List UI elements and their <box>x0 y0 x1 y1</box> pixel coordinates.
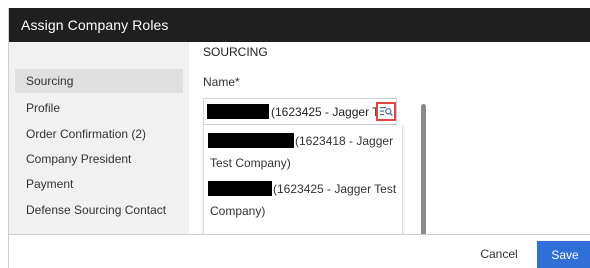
redacted-text <box>208 133 294 148</box>
sidebar-item-defense-sourcing-contact[interactable]: Defense Sourcing Contact <box>15 198 183 222</box>
suggestion-line-1: (1623425 - Jagger Test <box>273 182 397 196</box>
name-lookup-input[interactable]: (1623425 - Jagger Te <box>203 98 397 125</box>
content-scrollbar[interactable] <box>421 104 426 238</box>
sidebar-item-order-confirmation[interactable]: Order Confirmation (2) <box>15 122 183 146</box>
name-field-label: Name* <box>203 75 240 89</box>
name-suggestions-list: (1623418 - Jagger Test Company) (1623425… <box>203 125 403 238</box>
list-search-icon[interactable] <box>376 102 396 121</box>
cancel-button[interactable]: Cancel <box>471 241 527 267</box>
suggestion-line-2: Company) <box>210 204 266 218</box>
save-button[interactable]: Save <box>537 241 590 268</box>
sidebar-item-payment[interactable]: Payment <box>15 172 183 196</box>
sidebar-item-label: Profile <box>26 101 61 115</box>
suggestion-line-2: Test Company) <box>210 156 291 170</box>
sidebar-item-label: Defense Sourcing Contact <box>26 203 167 217</box>
sidebar-item-label: Sourcing <box>26 74 74 88</box>
dialog-titlebar: Assign Company Roles <box>9 8 590 42</box>
sidebar-item-company-president[interactable]: Company President <box>15 147 183 171</box>
suggestion-option[interactable]: (1623425 - Jagger Test Company) <box>204 173 402 225</box>
sidebar-item-label: Payment <box>26 177 74 191</box>
redacted-text <box>207 104 269 119</box>
suggestion-option[interactable]: (1623418 - Jagger Test Company) <box>204 125 402 177</box>
assign-company-roles-dialog: Assign Company Roles Sourcing Profile Or… <box>8 8 590 268</box>
suggestion-line-1: (1623418 - Jagger <box>295 134 394 148</box>
section-title: SOURCING <box>203 45 268 59</box>
sidebar-item-sourcing[interactable]: Sourcing <box>15 69 183 93</box>
sidebar-item-label: Company President <box>26 152 132 166</box>
redacted-text <box>208 181 272 196</box>
sidebar-item-label: Order Confirmation (2) <box>26 127 147 141</box>
name-input-value: (1623425 - Jagger Te <box>271 105 381 119</box>
sidebar-item-profile[interactable]: Profile <box>15 96 183 120</box>
dialog-title: Assign Company Roles <box>21 17 169 33</box>
role-content: SOURCING Name* (1623425 - Jagger Te (162… <box>189 42 590 238</box>
dialog-footer: Cancel Save <box>9 234 590 268</box>
role-sidebar: Sourcing Profile Order Confirmation (2) … <box>9 42 189 234</box>
